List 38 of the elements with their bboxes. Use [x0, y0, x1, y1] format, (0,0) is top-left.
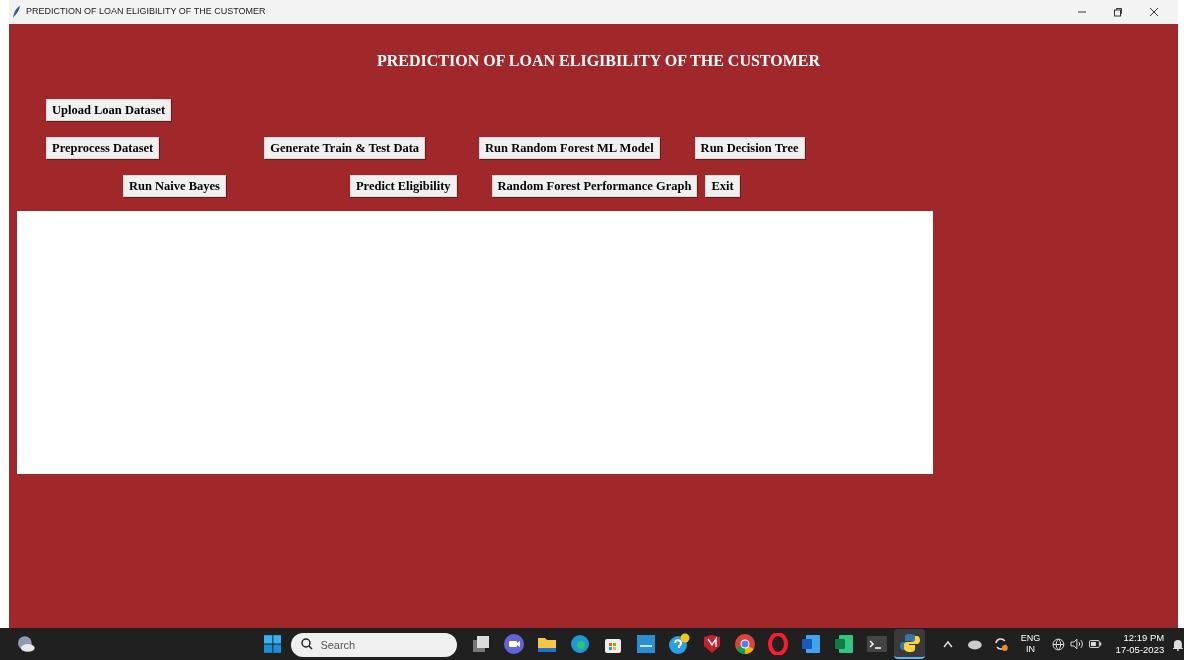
- ring-logo-icon: [766, 633, 789, 655]
- help-icon: [667, 633, 690, 655]
- weather-cloud-icon[interactable]: [16, 635, 36, 653]
- feather-icon: [13, 6, 21, 18]
- language-indicator[interactable]: ENG IN: [1020, 633, 1041, 655]
- action-button[interactable]: Generate Train & Test Data: [264, 137, 426, 159]
- close-icon: [1149, 7, 1159, 17]
- app-tile-icon: [634, 633, 657, 655]
- taskbar-app-button[interactable]: [894, 629, 926, 659]
- restore-icon: [1113, 7, 1123, 17]
- battery-icon[interactable]: [1088, 640, 1102, 648]
- page-heading: PREDICTION OF LOAN ELIGIBILITY OF THE CUSTOMER: [375, 51, 821, 71]
- document-app-icon: [799, 633, 822, 655]
- terminal-icon: [865, 633, 888, 655]
- spreadsheet-app-icon: [832, 633, 855, 655]
- notification-bell-icon[interactable]: [1172, 637, 1184, 651]
- action-button[interactable]: Upload Loan Dataset: [46, 99, 172, 121]
- action-button[interactable]: Random Forest Performance Graph: [491, 175, 698, 197]
- cloud-icon[interactable]: [967, 638, 983, 650]
- chevron-up-icon[interactable]: [943, 640, 954, 648]
- video-chat-icon: [502, 633, 525, 655]
- sync-icon[interactable]: [992, 636, 1009, 652]
- globe-icon[interactable]: [1052, 637, 1066, 651]
- action-button[interactable]: Run Random Forest ML Model: [479, 137, 660, 159]
- search-field[interactable]: Search: [291, 632, 458, 657]
- round-browser-icon: [733, 633, 756, 655]
- windows-start-icon[interactable]: [263, 635, 282, 653]
- speaker-icon[interactable]: [1070, 638, 1084, 650]
- action-button[interactable]: Preprocess Dataset: [46, 137, 160, 159]
- clock[interactable]: 12:19 PM 17-05-2023: [1115, 632, 1165, 656]
- window-title: PREDICTION OF LOAN ELIGIBILITY OF THE CUSTOMER: [26, 5, 266, 19]
- action-button[interactable]: Predict Eligibility: [350, 175, 457, 197]
- search-icon: [301, 637, 314, 650]
- action-button[interactable]: Exit: [705, 175, 740, 197]
- action-button[interactable]: Run Decision Tree: [694, 137, 805, 159]
- browser-swirl-icon: [568, 633, 591, 655]
- python-logo-icon: [898, 632, 921, 654]
- action-button[interactable]: Run Naive Bayes: [123, 175, 226, 197]
